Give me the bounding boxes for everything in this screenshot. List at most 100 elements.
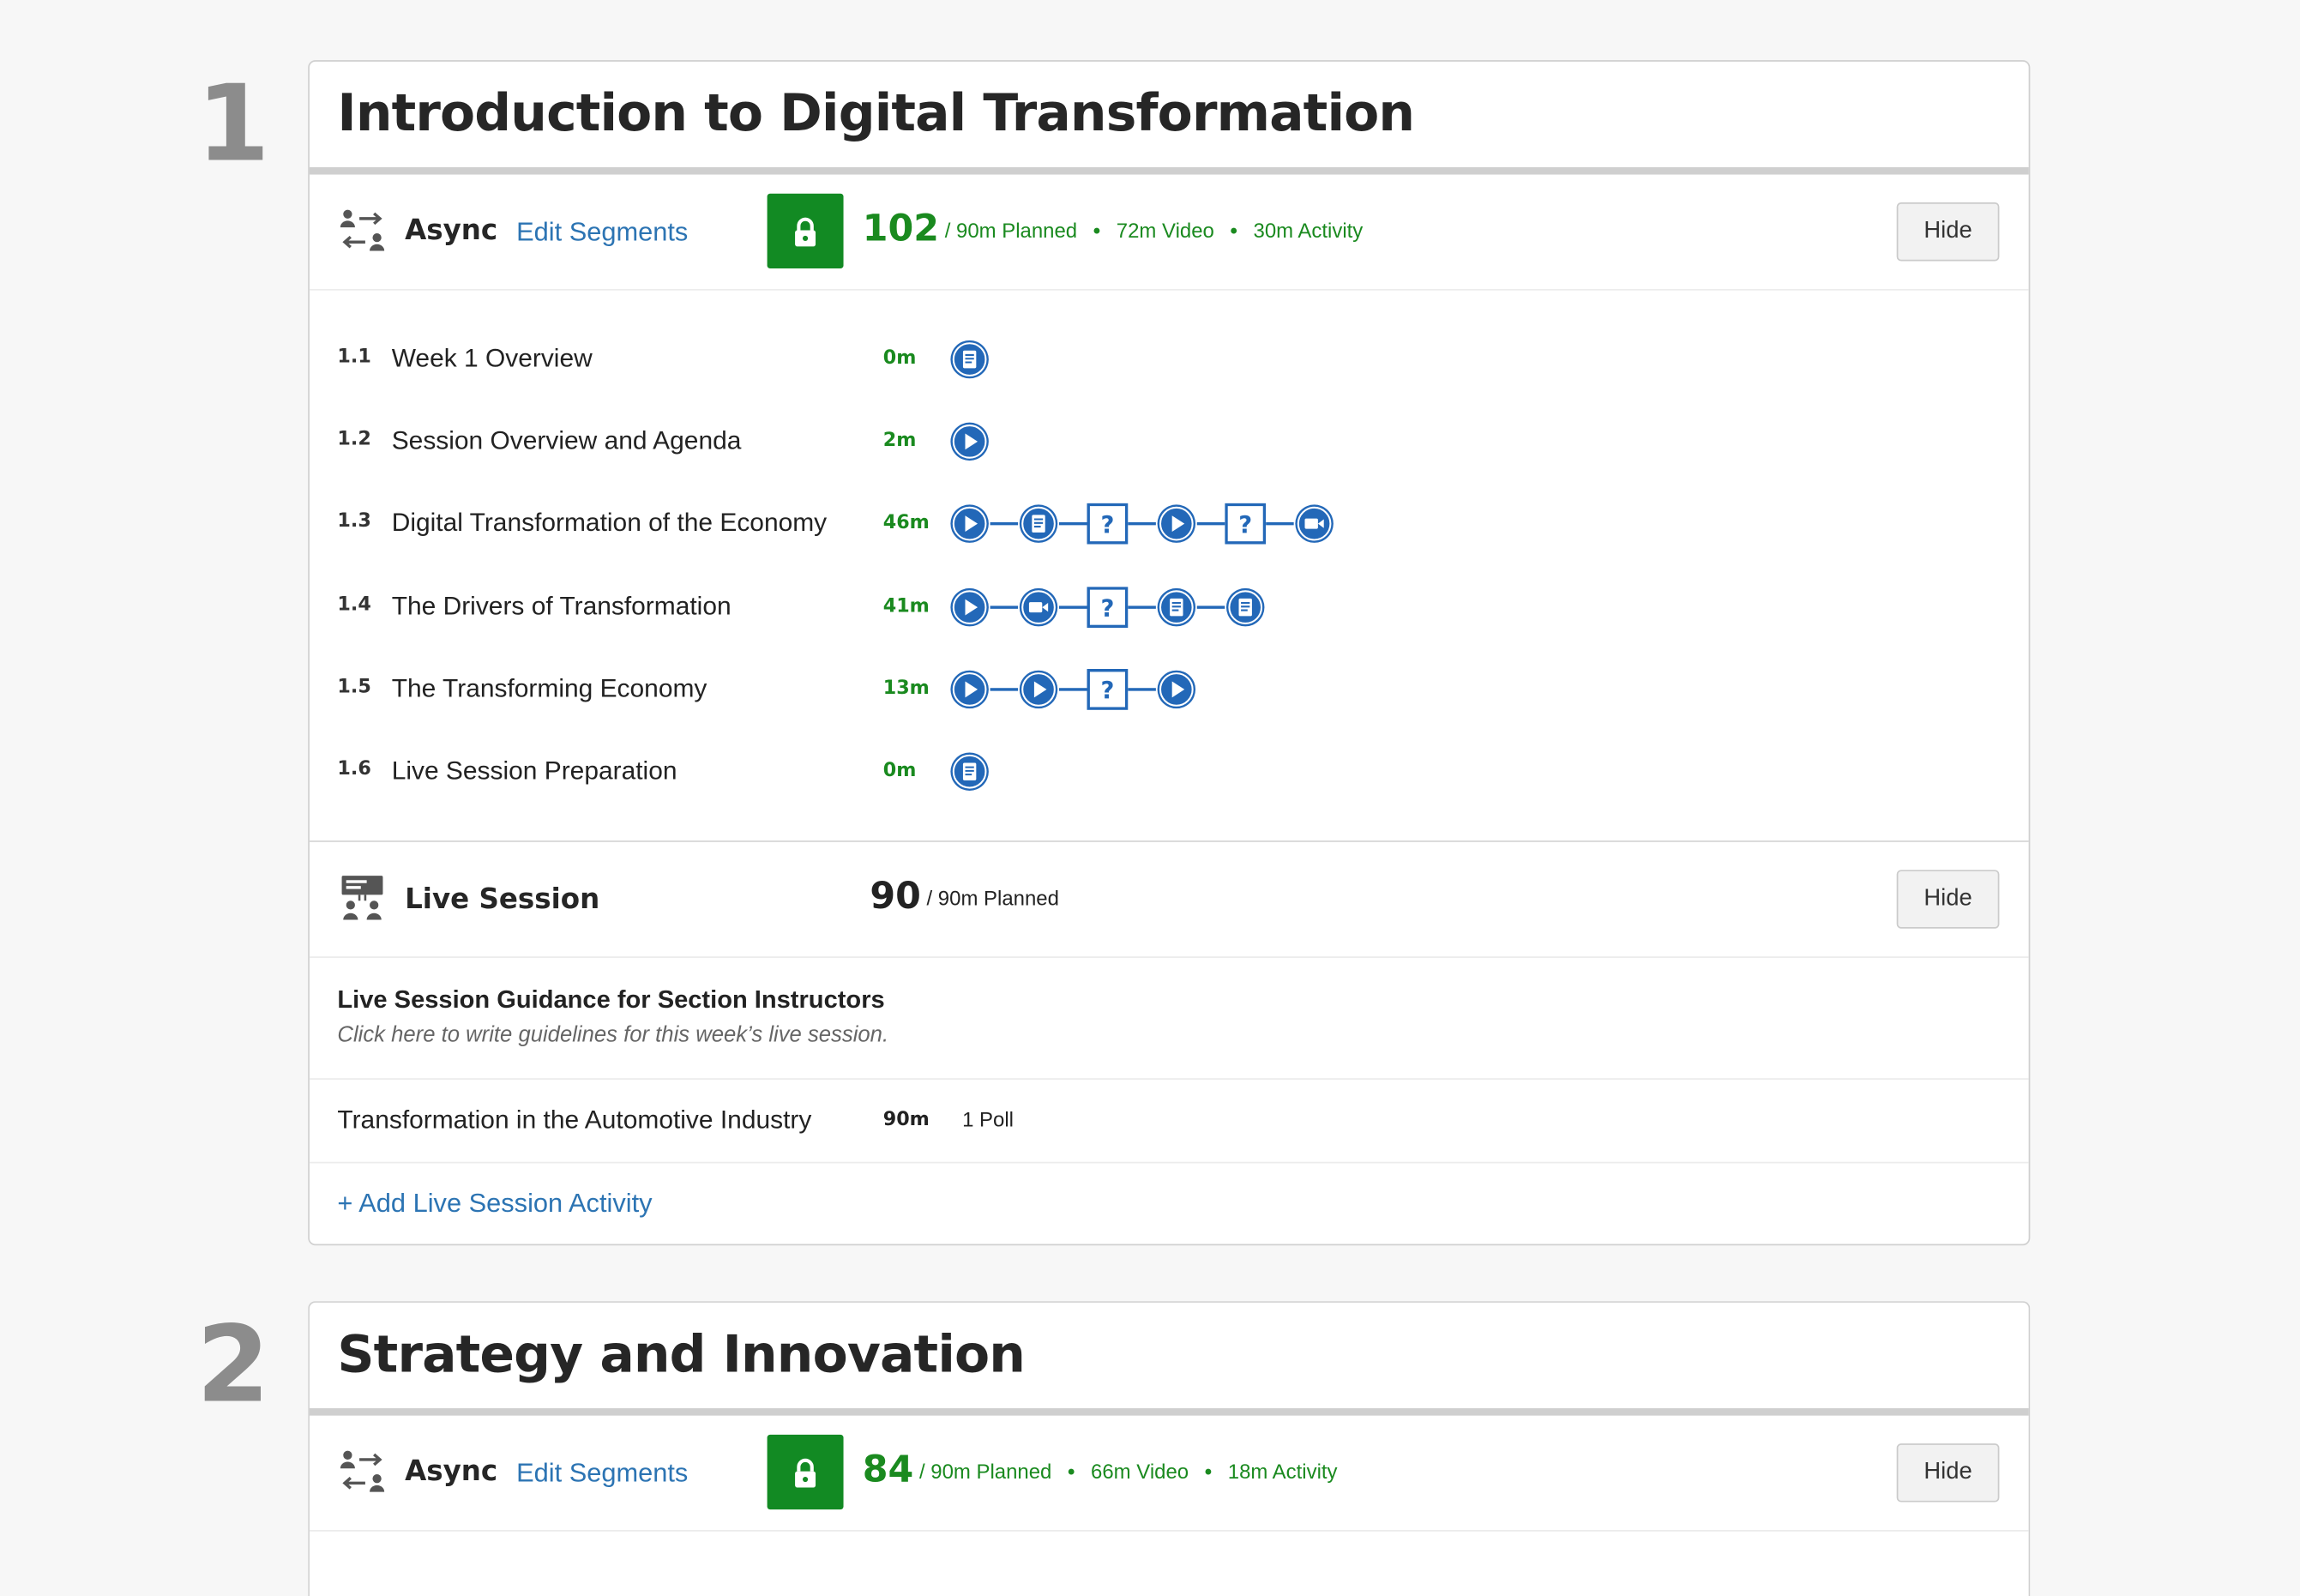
live-stats: 90 / 90m Planned bbox=[870, 874, 1059, 917]
async-stats: 84 / 90m Planned • 66m Video • 18m Activ… bbox=[862, 1448, 1338, 1491]
chain-connector bbox=[1058, 522, 1087, 527]
hide-button[interactable]: Hide bbox=[1896, 202, 2000, 262]
play-icon[interactable] bbox=[1018, 669, 1059, 710]
reading-icon[interactable] bbox=[949, 751, 990, 792]
activity-text: 18m Activity bbox=[1227, 1459, 1338, 1484]
play-icon[interactable] bbox=[949, 503, 990, 545]
segment-label: Async bbox=[405, 214, 498, 247]
segment-label: Async bbox=[405, 1454, 498, 1488]
async-item-row[interactable]: 1.4 The Drivers of Transformation 41m bbox=[310, 577, 2029, 635]
quiz-icon[interactable] bbox=[1225, 503, 1266, 545]
hide-button[interactable]: Hide bbox=[1896, 870, 2000, 929]
async-total: 102 bbox=[862, 207, 940, 250]
play-icon[interactable] bbox=[949, 587, 990, 628]
content-chain bbox=[949, 587, 1266, 628]
guidance-placeholder[interactable]: Click here to write guidelines for this … bbox=[337, 1022, 888, 1047]
lock-button[interactable] bbox=[767, 193, 844, 269]
week-number: 2 bbox=[196, 1302, 270, 1426]
week-number: 1 bbox=[196, 61, 270, 185]
edit-segments-link[interactable]: Edit Segments bbox=[516, 217, 688, 248]
activity-duration: 90m bbox=[882, 1109, 930, 1131]
chain-connector bbox=[990, 522, 1019, 527]
chain-connector bbox=[1196, 605, 1225, 609]
item-duration: 13m bbox=[882, 677, 930, 700]
lock-icon bbox=[788, 1454, 823, 1490]
item-duration: 0m bbox=[882, 760, 917, 782]
async-total: 84 bbox=[862, 1448, 914, 1491]
chain-connector bbox=[990, 687, 1019, 691]
async-item-row[interactable]: 1.2 Session Overview and Agenda 2m bbox=[310, 413, 2029, 471]
quiz-icon[interactable] bbox=[1087, 587, 1128, 628]
chain-connector bbox=[1058, 605, 1087, 609]
async-stats: 102 / 90m Planned • 72m Video • 30m Acti… bbox=[862, 207, 1364, 250]
quiz-icon[interactable] bbox=[1087, 669, 1128, 710]
video-text: 66m Video bbox=[1091, 1459, 1189, 1484]
reading-icon[interactable] bbox=[1018, 503, 1059, 545]
live-guidance[interactable]: Live Session Guidance for Section Instru… bbox=[309, 958, 2029, 1080]
async-item-row[interactable]: 1.3 Digital Transformation of the Economy… bbox=[310, 495, 2029, 553]
week-title: Strategy and Innovation bbox=[309, 1303, 2029, 1416]
play-icon[interactable] bbox=[1156, 669, 1197, 710]
item-title[interactable]: Live Session Preparation bbox=[392, 756, 677, 786]
async-swap-icon bbox=[339, 208, 386, 256]
play-icon[interactable] bbox=[1156, 503, 1197, 545]
item-title[interactable]: Digital Transformation of the Economy bbox=[392, 509, 827, 539]
quiz-icon[interactable] bbox=[1087, 503, 1128, 545]
chain-connector bbox=[990, 605, 1019, 609]
async-item-row[interactable]: 1.5 The Transforming Economy 13m bbox=[310, 659, 2029, 718]
chain-connector bbox=[1196, 522, 1225, 527]
chain-connector bbox=[1128, 605, 1156, 609]
live-total: 90 bbox=[870, 874, 921, 918]
chain-connector bbox=[1266, 522, 1294, 527]
activity-text: 30m Activity bbox=[1253, 218, 1364, 243]
reading-icon[interactable] bbox=[949, 339, 990, 380]
play-icon[interactable] bbox=[949, 669, 990, 710]
planned-text: / 90m Planned bbox=[918, 1459, 1052, 1484]
item-title[interactable]: The Drivers of Transformation bbox=[392, 591, 732, 622]
async-swap-icon bbox=[339, 1449, 386, 1497]
add-live-session-activity-link[interactable]: + Add Live Session Activity bbox=[337, 1189, 652, 1220]
content-chain bbox=[949, 669, 1197, 710]
item-title[interactable]: Session Overview and Agenda bbox=[392, 425, 742, 456]
planned-text: / 90m Planned bbox=[926, 886, 1059, 910]
item-number: 1.3 bbox=[337, 510, 371, 533]
add-activity-row: + Add Live Session Activity bbox=[310, 1163, 2029, 1244]
item-title[interactable]: The Transforming Economy bbox=[392, 673, 707, 704]
live-activity-row[interactable]: Transformation in the Automotive Industr… bbox=[309, 1080, 2029, 1164]
item-duration: 2m bbox=[882, 430, 917, 453]
lock-button[interactable] bbox=[767, 1434, 844, 1510]
play-icon[interactable] bbox=[949, 421, 990, 462]
content-chain bbox=[949, 339, 990, 380]
reading-icon[interactable] bbox=[1225, 587, 1266, 628]
item-number: 1.4 bbox=[337, 593, 371, 616]
activity-title: Transformation in the Automotive Industr… bbox=[337, 1105, 812, 1135]
hide-button[interactable]: Hide bbox=[1896, 1443, 2000, 1503]
week-card: Introduction to Digital Transformation A… bbox=[308, 60, 2031, 1246]
guidance-title: Live Session Guidance for Section Instru… bbox=[337, 985, 885, 1014]
item-title[interactable]: Week 1 Overview bbox=[392, 343, 593, 374]
async-segment-header: Async Edit Segments 84 / 90m Planned • 6… bbox=[309, 1416, 2029, 1532]
chain-connector bbox=[1058, 687, 1087, 691]
video-camera-icon[interactable] bbox=[1018, 587, 1059, 628]
item-duration: 46m bbox=[882, 512, 930, 535]
segment-label: Live Session bbox=[405, 882, 600, 916]
async-item-list: 1.1 Week 1 Overview 0m 1.2 Session Overview … bbox=[309, 291, 2029, 842]
planned-text: / 90m Planned bbox=[944, 218, 1078, 243]
week-title: Introduction to Digital Transformation bbox=[309, 62, 2029, 175]
async-item-row[interactable]: 1.6 Live Session Preparation 0m bbox=[310, 743, 2029, 801]
edit-segments-link[interactable]: Edit Segments bbox=[516, 1458, 688, 1489]
content-chain bbox=[949, 503, 1335, 545]
video-text: 72m Video bbox=[1116, 218, 1214, 243]
item-number: 1.6 bbox=[337, 758, 371, 780]
item-number: 1.5 bbox=[337, 676, 371, 698]
item-duration: 0m bbox=[882, 347, 917, 370]
reading-icon[interactable] bbox=[1156, 587, 1197, 628]
week-card: Strategy and Innovation Async Edit Segme… bbox=[308, 1301, 2031, 1596]
chain-connector bbox=[1128, 687, 1156, 691]
video-camera-icon[interactable] bbox=[1294, 503, 1335, 545]
async-segment-header: Async Edit Segments 102 / 90m Planned • … bbox=[309, 175, 2029, 291]
chain-connector bbox=[1128, 522, 1156, 527]
async-item-row[interactable]: 1.1 Week 1 Overview 0m bbox=[310, 330, 2029, 388]
live-session-header: Live Session 90 / 90m Planned Hide bbox=[309, 842, 2029, 958]
content-chain bbox=[949, 421, 990, 462]
